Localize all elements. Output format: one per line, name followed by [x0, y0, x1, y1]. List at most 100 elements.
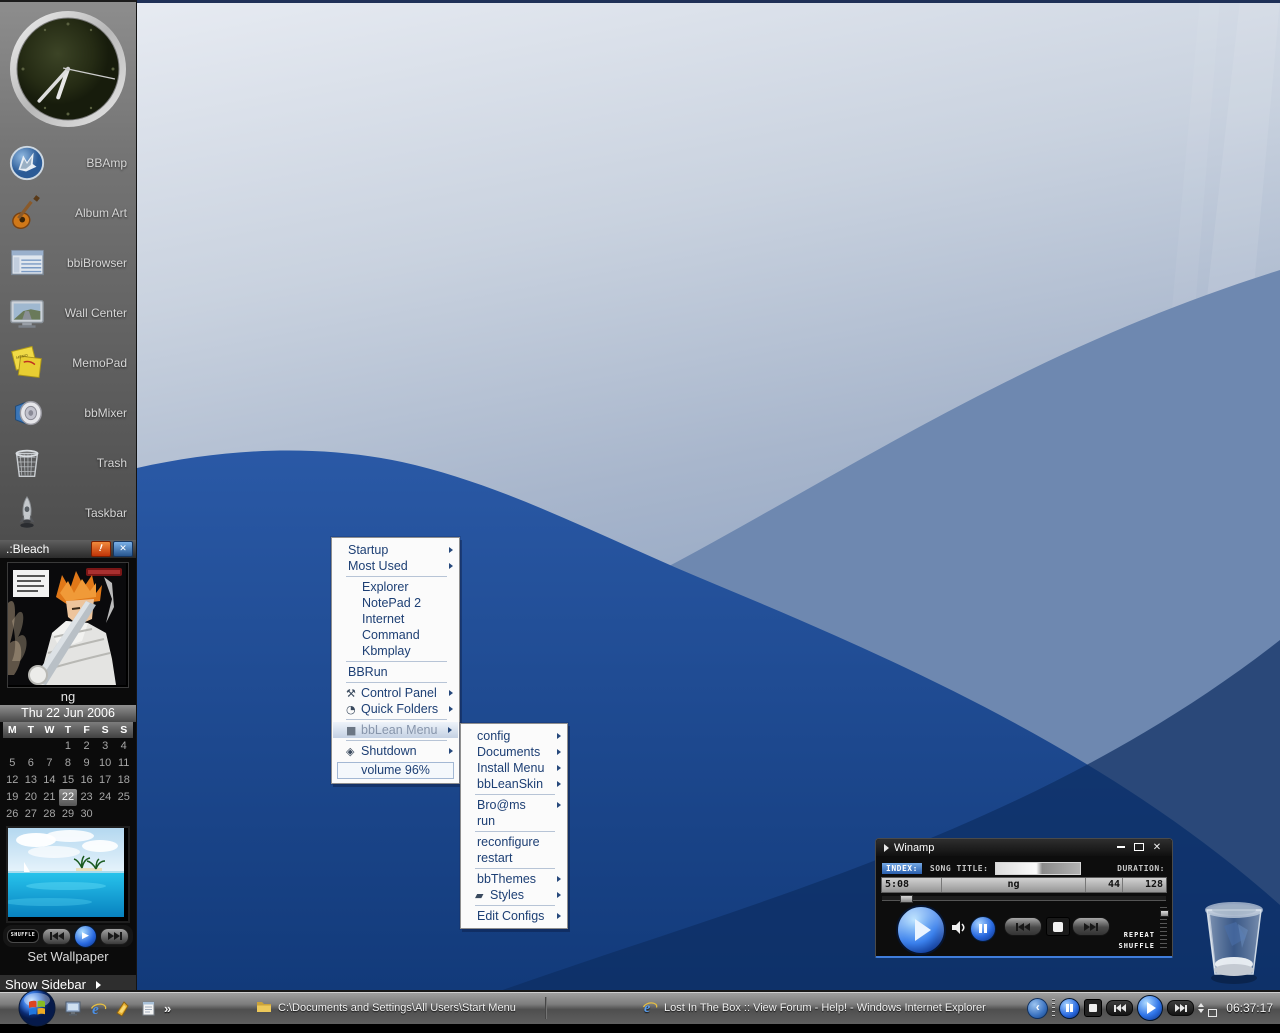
calendar-day-2[interactable]: 2 — [77, 738, 96, 755]
calendar-day-3[interactable]: 3 — [96, 738, 115, 755]
dock-item-memopad[interactable]: MEMOMemoPad — [0, 338, 136, 388]
menu-item-volume-96[interactable]: volume 96% — [337, 762, 454, 779]
calendar-day-11[interactable]: 11 — [114, 755, 133, 772]
winamp-titlebar[interactable]: Winamp ✕ — [876, 839, 1172, 856]
quicklaunch-notepad-icon[interactable] — [139, 999, 157, 1017]
winamp-menu-icon[interactable] — [884, 844, 889, 852]
volume-speaker-icon[interactable] — [950, 919, 967, 941]
dock-item-taskbar[interactable]: Taskbar — [0, 488, 136, 538]
play-button[interactable] — [896, 905, 946, 955]
menu-item-startup[interactable]: Startup — [332, 542, 459, 558]
calendar-day-19[interactable]: 19 — [3, 789, 22, 806]
tray-grip-handle[interactable] — [1052, 999, 1055, 1017]
calendar-day-23[interactable]: 23 — [77, 789, 96, 806]
tray-stop-button[interactable] — [1084, 999, 1102, 1017]
submenu-item-restart[interactable]: restart — [461, 850, 567, 866]
calendar-day-5[interactable]: 5 — [3, 755, 22, 772]
previous-wallpaper-button[interactable] — [42, 928, 71, 945]
menu-item-internet[interactable]: Internet — [332, 611, 459, 627]
minimize-icon[interactable] — [1112, 840, 1130, 855]
start-button[interactable] — [17, 988, 57, 1033]
submenu-item-styles[interactable]: ▰Styles — [461, 887, 567, 903]
menu-item-explorer[interactable]: Explorer — [332, 579, 459, 595]
next-track-button[interactable] — [1072, 917, 1110, 936]
calendar-day-12[interactable]: 12 — [3, 772, 22, 789]
progress-bar[interactable] — [995, 862, 1081, 875]
calendar-day-6[interactable]: 6 — [22, 755, 41, 772]
dock-item-bbibrowser[interactable]: bbiBrowser — [0, 238, 136, 288]
previous-track-button[interactable] — [1004, 917, 1042, 936]
close-icon[interactable]: ✕ — [113, 541, 133, 557]
volume-slider[interactable] — [1160, 907, 1167, 951]
menu-item-shutdown[interactable]: ◈Shutdown — [332, 743, 459, 759]
submenu-item-edit-configs[interactable]: Edit Configs — [461, 908, 567, 924]
menu-item-bblean-menu[interactable]: ■bbLean Menu — [333, 722, 458, 738]
calendar-day-22[interactable]: 22 — [59, 789, 78, 806]
analog-clock[interactable] — [0, 2, 136, 138]
calendar-day-9[interactable]: 9 — [77, 755, 96, 772]
play-slideshow-button[interactable]: ▶ — [74, 925, 97, 948]
stop-button[interactable] — [1046, 917, 1070, 936]
dock-item-trash[interactable]: Trash — [0, 438, 136, 488]
menu-item-notepad-2[interactable]: NotePad 2 — [332, 595, 459, 611]
calendar-day-7[interactable]: 7 — [40, 755, 59, 772]
repeat-toggle[interactable]: REPEAT — [1124, 931, 1155, 939]
submenu-item-bbthemes[interactable]: bbThemes — [461, 871, 567, 887]
calendar-day-8[interactable]: 8 — [59, 755, 78, 772]
calendar-day-20[interactable]: 20 — [22, 789, 41, 806]
tray-next-button[interactable] — [1167, 1000, 1194, 1016]
menu-item-bbrun[interactable]: BBRun — [332, 664, 459, 680]
calendar-day-16[interactable]: 16 — [77, 772, 96, 789]
calendar-day-1[interactable]: 1 — [59, 738, 78, 755]
overflow-chevron-icon[interactable]: » — [164, 1001, 171, 1016]
submenu-item-documents[interactable]: Documents — [461, 744, 567, 760]
pause-button[interactable] — [970, 916, 996, 942]
calendar-day-29[interactable]: 29 — [59, 806, 78, 823]
submenu-item-install-menu[interactable]: Install Menu — [461, 760, 567, 776]
dock-item-wall-center[interactable]: Wall Center — [0, 288, 136, 338]
calendar-day-4[interactable]: 4 — [114, 738, 133, 755]
quicklaunch-display-icon[interactable] — [64, 999, 82, 1017]
quicklaunch-gold-arrow-icon[interactable] — [114, 999, 132, 1017]
calendar-day-10[interactable]: 10 — [96, 755, 115, 772]
calendar-day-13[interactable]: 13 — [22, 772, 41, 789]
tray-previous-button[interactable] — [1106, 1000, 1133, 1016]
calendar-day-21[interactable]: 21 — [40, 789, 59, 806]
set-wallpaper-button[interactable]: Set Wallpaper — [0, 947, 136, 966]
pin-icon[interactable]: ! — [91, 541, 111, 557]
menu-item-most-used[interactable]: Most Used — [332, 558, 459, 574]
wallpaper-preview-image[interactable] — [6, 826, 130, 923]
quicklaunch-ie-icon[interactable]: e — [89, 999, 107, 1017]
shuffle-toggle[interactable]: SHUFFLE — [1118, 942, 1155, 950]
calendar-day-24[interactable]: 24 — [96, 789, 115, 806]
dock-item-bbamp[interactable]: BBAmp — [0, 138, 136, 188]
tray-play-button[interactable] — [1137, 995, 1163, 1021]
dock-item-bbmixer[interactable]: bbMixer — [0, 388, 136, 438]
calendar-day-14[interactable]: 14 — [40, 772, 59, 789]
calendar-day-18[interactable]: 18 — [114, 772, 133, 789]
tray-pause-button[interactable] — [1059, 998, 1080, 1019]
winamp-window[interactable]: Winamp ✕ INDEX: SONG TITLE: DURATION: 5:… — [875, 838, 1173, 958]
tray-chevron-icon[interactable]: ‹ — [1027, 998, 1048, 1019]
submenu-item-reconfigure[interactable]: reconfigure — [461, 834, 567, 850]
index-button[interactable]: INDEX: — [881, 862, 923, 875]
shuffle-button[interactable]: SHUFFLE — [7, 929, 39, 943]
restore-window-icon[interactable] — [1208, 1009, 1217, 1017]
tray-clock[interactable]: 06:37:17 — [1226, 1001, 1273, 1015]
volume-slider-thumb[interactable] — [1160, 910, 1169, 917]
tray-scroll-arrows[interactable] — [1198, 1003, 1204, 1013]
dock-item-album-art[interactable]: Album Art — [0, 188, 136, 238]
calendar-day-28[interactable]: 28 — [40, 806, 59, 823]
calendar-day-30[interactable]: 30 — [77, 806, 96, 823]
calendar-day-15[interactable]: 15 — [59, 772, 78, 789]
next-wallpaper-button[interactable] — [100, 928, 129, 945]
menu-item-command[interactable]: Command — [332, 627, 459, 643]
menu-item-kbmplay[interactable]: Kbmplay — [332, 643, 459, 659]
calendar-day-17[interactable]: 17 — [96, 772, 115, 789]
menu-item-quick-folders[interactable]: ◔Quick Folders — [332, 701, 459, 717]
taskbar-task-internet-explorer[interactable]: e Lost In The Box :: View Forum - Help! … — [642, 995, 1008, 1021]
calendar-day-25[interactable]: 25 — [114, 789, 133, 806]
calendar-day-27[interactable]: 27 — [22, 806, 41, 823]
submenu-item-run[interactable]: run — [461, 813, 567, 829]
maximize-icon[interactable] — [1130, 840, 1148, 855]
